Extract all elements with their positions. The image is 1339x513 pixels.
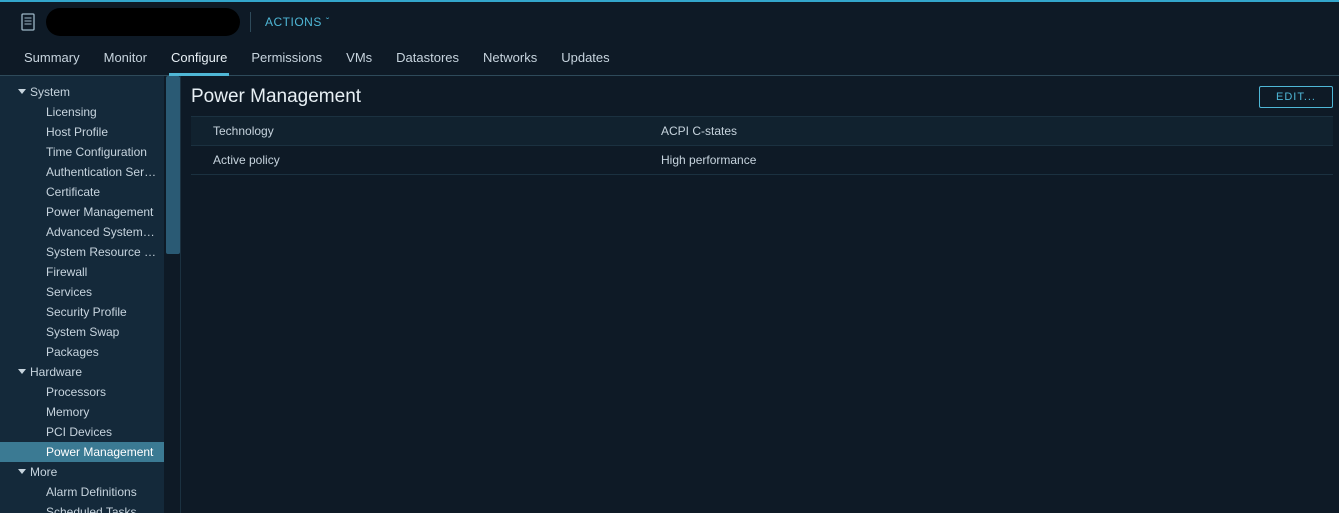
caret-down-icon: [18, 469, 26, 474]
tab-monitor[interactable]: Monitor: [92, 42, 159, 75]
tab-vms[interactable]: VMs: [334, 42, 384, 75]
tab-configure[interactable]: Configure: [159, 42, 239, 75]
property-label: Active policy: [213, 153, 661, 167]
sidebar-item-firewall[interactable]: Firewall: [0, 262, 164, 282]
sidebar-item-power-management-sys[interactable]: Power Management: [0, 202, 164, 222]
sidebar-item-host-profile[interactable]: Host Profile: [0, 122, 164, 142]
header: ACTIONS ˇ: [0, 2, 1339, 42]
sidebar-group-label: System: [30, 85, 70, 99]
property-label: Technology: [213, 124, 661, 138]
tab-summary[interactable]: Summary: [12, 42, 92, 75]
sidebar-item-alarm-definitions[interactable]: Alarm Definitions: [0, 482, 164, 502]
sidebar-scrollbar-thumb[interactable]: [166, 76, 180, 254]
tab-permissions[interactable]: Permissions: [239, 42, 334, 75]
table-row: Active policyHigh performance: [191, 146, 1333, 175]
sidebar-item-licensing[interactable]: Licensing: [0, 102, 164, 122]
sidebar-item-services[interactable]: Services: [0, 282, 164, 302]
property-value: ACPI C-states: [661, 124, 1333, 138]
sidebar-group-label: Hardware: [30, 365, 82, 379]
host-icon: [20, 13, 36, 31]
content-body: System LicensingHost ProfileTime Configur…: [0, 76, 1339, 513]
caret-down-icon: [18, 89, 26, 94]
tab-bar: SummaryMonitorConfigurePermissionsVMsDat…: [0, 42, 1339, 76]
host-name-redacted: [46, 8, 240, 36]
sidebar-item-memory[interactable]: Memory: [0, 402, 164, 422]
sidebar-item-packages[interactable]: Packages: [0, 342, 164, 362]
header-divider: [250, 12, 251, 32]
caret-down-icon: [18, 369, 26, 374]
sidebar-group-system[interactable]: System: [0, 82, 164, 102]
sidebar-item-processors[interactable]: Processors: [0, 382, 164, 402]
actions-menu[interactable]: ACTIONS ˇ: [265, 15, 330, 29]
tab-datastores[interactable]: Datastores: [384, 42, 471, 75]
tab-networks[interactable]: Networks: [471, 42, 549, 75]
sidebar-scroll[interactable]: System LicensingHost ProfileTime Configur…: [0, 76, 164, 513]
page-title: Power Management: [191, 86, 361, 108]
sidebar-item-power-management-hw[interactable]: Power Management: [0, 442, 164, 462]
sidebar-item-certificate[interactable]: Certificate: [0, 182, 164, 202]
sidebar-group-more[interactable]: More: [0, 462, 164, 482]
sidebar-group-label: More: [30, 465, 57, 479]
chevron-down-icon: ˇ: [326, 17, 330, 28]
sidebar-item-pci-devices[interactable]: PCI Devices: [0, 422, 164, 442]
table-row: TechnologyACPI C-states: [191, 117, 1333, 146]
main-panel: Power Management EDIT... TechnologyACPI …: [181, 76, 1339, 513]
tab-updates[interactable]: Updates: [549, 42, 621, 75]
sidebar-item-security-profile[interactable]: Security Profile: [0, 302, 164, 322]
sidebar-item-system-resource-reservation[interactable]: System Resource Re…: [0, 242, 164, 262]
sidebar-item-advanced-system-settings[interactable]: Advanced System S…: [0, 222, 164, 242]
properties-table: TechnologyACPI C-statesActive policyHigh…: [191, 116, 1333, 175]
sidebar-item-system-swap[interactable]: System Swap: [0, 322, 164, 342]
sidebar-group-hardware[interactable]: Hardware: [0, 362, 164, 382]
sidebar-item-authentication-services[interactable]: Authentication Servi…: [0, 162, 164, 182]
property-value: High performance: [661, 153, 1333, 167]
main-header: Power Management EDIT...: [191, 86, 1333, 108]
sidebar: System LicensingHost ProfileTime Configur…: [0, 76, 181, 513]
actions-label: ACTIONS: [265, 15, 322, 29]
sidebar-item-scheduled-tasks[interactable]: Scheduled Tasks: [0, 502, 164, 513]
edit-button[interactable]: EDIT...: [1259, 86, 1333, 108]
sidebar-item-time-configuration[interactable]: Time Configuration: [0, 142, 164, 162]
